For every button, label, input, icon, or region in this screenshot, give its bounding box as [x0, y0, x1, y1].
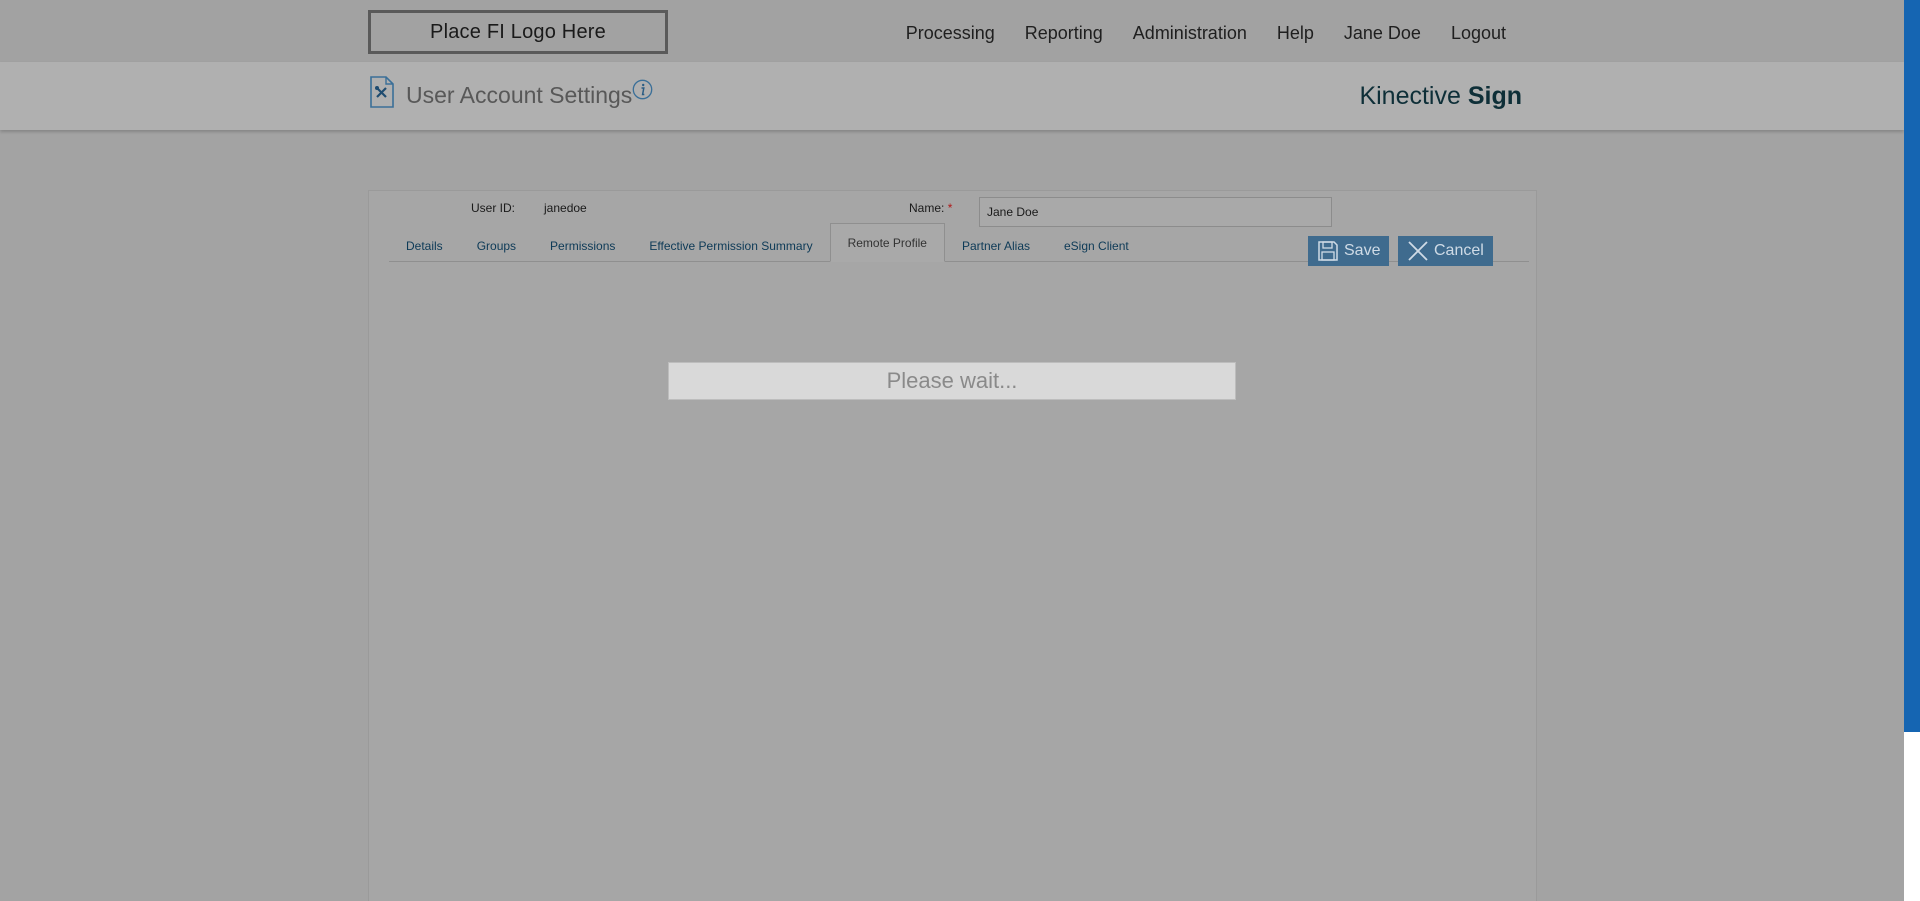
nav-help[interactable]: Help	[1262, 20, 1329, 46]
nav-administration[interactable]: Administration	[1118, 20, 1262, 46]
brand-light-text: Kinective	[1359, 82, 1468, 110]
fi-logo-placeholder[interactable]: Place FI Logo Here	[368, 10, 668, 54]
save-label: Save	[1344, 242, 1381, 259]
tab-details[interactable]: Details	[389, 231, 460, 261]
user-id-label: User ID:	[471, 201, 516, 215]
tab-permissions[interactable]: Permissions	[533, 231, 632, 261]
name-input[interactable]	[979, 197, 1332, 227]
info-icon[interactable]	[632, 79, 653, 100]
cancel-x-icon	[1408, 241, 1428, 261]
tab-effective-permission-summary[interactable]: Effective Permission Summary	[632, 231, 829, 261]
page-title: User Account Settings	[406, 82, 633, 108]
nav-reporting[interactable]: Reporting	[1010, 20, 1118, 46]
main-nav: Processing Reporting Administration Help…	[891, 20, 1506, 46]
tab-groups[interactable]: Groups	[460, 231, 533, 261]
tab-partner-alias[interactable]: Partner Alias	[945, 231, 1047, 261]
name-label-text: Name:	[909, 201, 945, 215]
user-id-value: janedoe	[544, 201, 587, 215]
cancel-button[interactable]: Cancel	[1398, 236, 1493, 266]
nav-user-name[interactable]: Jane Doe	[1329, 20, 1436, 46]
save-disk-icon	[1318, 241, 1338, 261]
scrollbar-thumb[interactable]	[1904, 0, 1920, 732]
nav-processing[interactable]: Processing	[891, 20, 1010, 46]
top-navigation-bar: Place FI Logo Here Processing Reporting …	[0, 0, 1904, 62]
required-marker: *	[947, 201, 953, 215]
kinective-sign-brand: Kinective Sign	[1359, 82, 1522, 111]
name-label: Name: *	[909, 201, 952, 215]
tab-remote-profile[interactable]: Remote Profile	[829, 223, 945, 262]
page-header: User Account Settings Kinective Sign	[0, 62, 1904, 130]
brand-bold-text: Sign	[1467, 82, 1522, 110]
please-wait-text: Please wait...	[886, 368, 1018, 393]
nav-logout[interactable]: Logout	[1436, 20, 1506, 46]
logo-text: Place FI Logo Here	[430, 20, 606, 43]
settings-document-icon	[369, 76, 395, 108]
cancel-label: Cancel	[1434, 242, 1484, 259]
please-wait-message: Please wait...	[668, 362, 1236, 400]
tab-esign-client[interactable]: eSign Client	[1047, 231, 1146, 261]
save-button[interactable]: Save	[1308, 236, 1389, 266]
user-account-panel: User ID: janedoe Name: * Details Groups …	[368, 190, 1537, 901]
